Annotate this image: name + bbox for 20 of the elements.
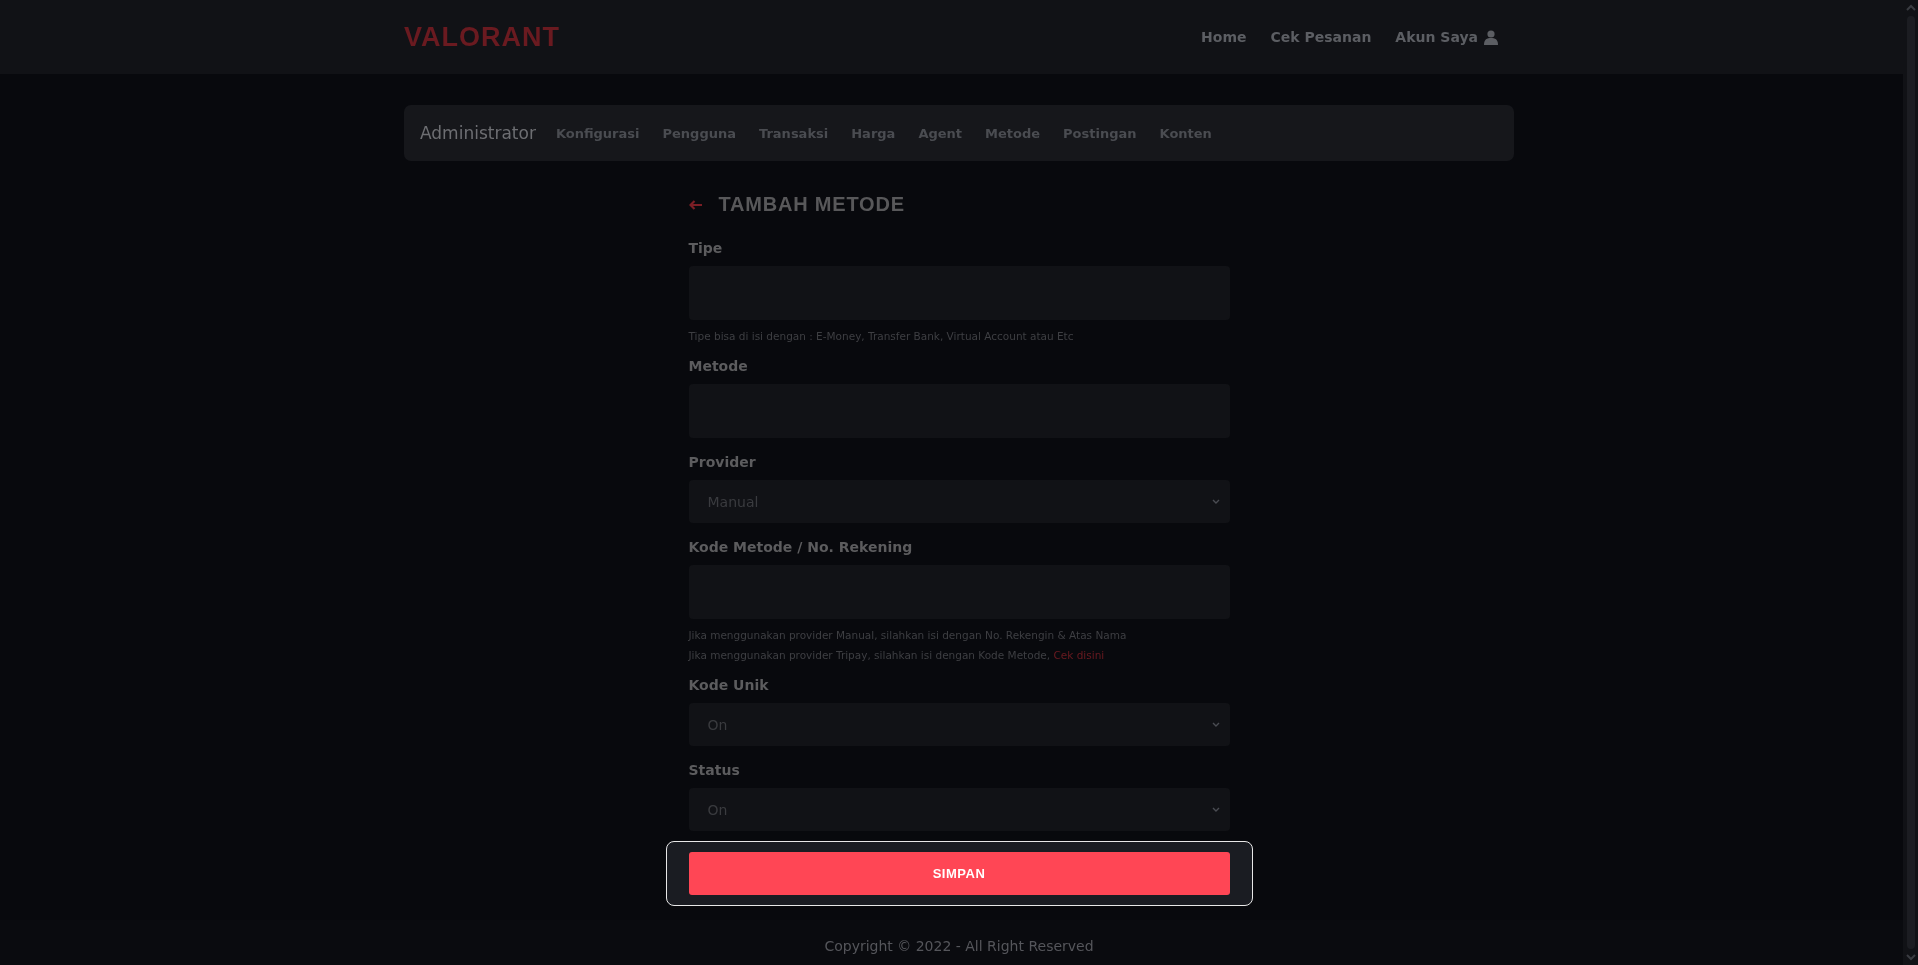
form-title: TAMBAH METODE — [718, 193, 905, 216]
field-label: Metode — [688, 358, 749, 374]
chevron-down-icon — [1211, 722, 1220, 727]
admin-title: Administrator — [420, 123, 536, 143]
nav-link[interactable]: Cek Pesanan — [1270, 29, 1372, 45]
chevron-down-icon — [1211, 807, 1220, 812]
save-button[interactable]: SIMPAN — [688, 852, 1230, 895]
copyright-text: Copyright © 2022 - All Right Reserved — [824, 938, 1094, 954]
logo[interactable]: VALORANT — [404, 21, 560, 53]
field-label: Status — [688, 762, 741, 778]
field-label: Kode Unik — [688, 677, 770, 693]
nav-link[interactable]: Akun Saya — [1395, 29, 1498, 45]
back-arrow-icon[interactable] — [688, 199, 703, 210]
user-icon — [1484, 29, 1498, 45]
help-link[interactable]: Cek disini — [1053, 649, 1105, 661]
chevron-down-icon — [1211, 499, 1220, 504]
field-label: Kode Metode / No. Rekening — [688, 539, 914, 555]
nav-link[interactable]: Home — [1201, 29, 1247, 45]
field-label: Provider — [688, 454, 757, 470]
field-label: Tipe — [688, 240, 724, 256]
